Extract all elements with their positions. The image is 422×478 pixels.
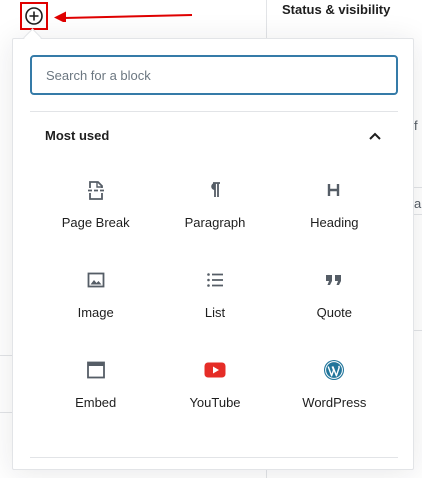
block-item-embed[interactable]: Embed [36, 347, 155, 425]
block-item-youtube[interactable]: YouTube [155, 347, 274, 425]
block-label: YouTube [189, 395, 241, 410]
page-break-icon [87, 181, 104, 200]
block-search-input[interactable] [30, 55, 398, 95]
sidebar-divider [414, 330, 422, 331]
block-label: Quote [316, 305, 353, 320]
block-label: Image [77, 305, 114, 320]
block-item-list[interactable]: List [155, 257, 274, 335]
block-label: WordPress [302, 395, 367, 410]
sidebar-field-border [414, 214, 422, 215]
panel-collapse-button[interactable] [365, 126, 385, 146]
block-label: Heading [310, 215, 359, 230]
chevron-up-icon [369, 132, 381, 140]
plus-circle-icon [25, 7, 43, 25]
heading-icon [328, 184, 340, 196]
image-icon [87, 272, 105, 288]
sidebar-field-fragment: a [414, 196, 422, 211]
embed-icon [86, 361, 105, 379]
block-label: Paragraph [184, 215, 246, 230]
block-item-image[interactable]: Image [36, 257, 155, 335]
block-item-paragraph[interactable]: Paragraph [155, 167, 274, 245]
sidebar-panel-title[interactable]: Status & visibility [282, 2, 390, 17]
youtube-icon [204, 362, 226, 378]
sidebar-text-fragment: f [414, 118, 418, 133]
list-icon [207, 273, 223, 287]
block-item-wordpress[interactable]: WordPress [275, 347, 394, 425]
block-list: Page Break Paragraph Heading Image List … [36, 167, 394, 425]
block-item-page-break[interactable]: Page Break [36, 167, 155, 245]
block-label: List [204, 305, 226, 320]
panel-divider [30, 457, 398, 458]
block-label: Embed [75, 395, 117, 410]
wordpress-icon [324, 360, 345, 380]
block-item-heading[interactable]: Heading [275, 167, 394, 245]
quote-icon [326, 275, 342, 285]
annotation-arrow-icon [54, 11, 193, 22]
block-inserter-toggle[interactable] [20, 2, 48, 30]
block-item-quote[interactable]: Quote [275, 257, 394, 335]
sidebar-field-border [414, 187, 422, 188]
search-divider [30, 111, 398, 112]
editor-divider [0, 355, 12, 356]
block-label: Page Break [61, 215, 130, 230]
block-inserter-popover: Most used Page Break Paragraph [12, 38, 414, 470]
editor-divider [0, 412, 12, 413]
most-used-panel-title[interactable]: Most used [45, 128, 109, 143]
paragraph-icon [211, 182, 220, 197]
